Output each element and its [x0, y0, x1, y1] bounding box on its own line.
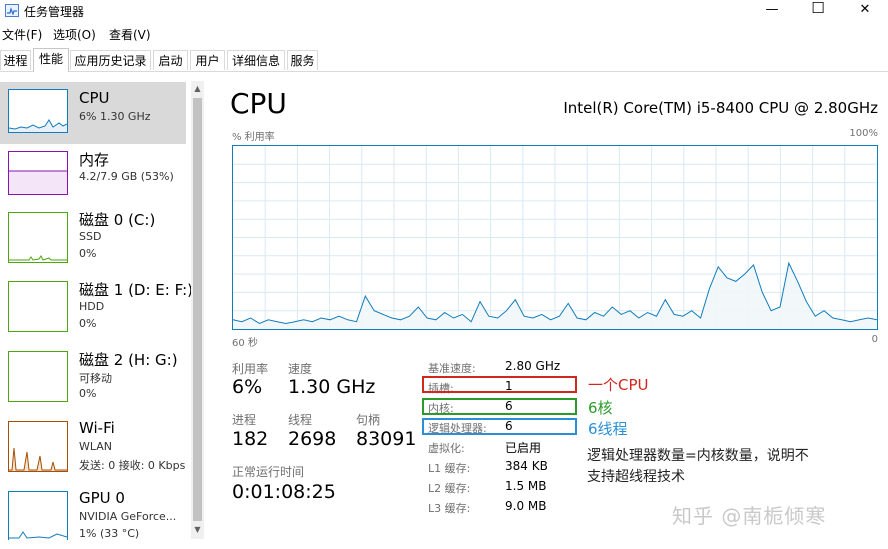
annotation-one-cpu: 一个CPU — [588, 376, 649, 394]
menu-options[interactable]: 选项(O) — [53, 26, 96, 43]
sidebar-item-disk-1[interactable]: 磁盘 1 (D: E: F:) HDD 0% — [0, 276, 193, 338]
tab-users[interactable]: 用户 — [190, 50, 225, 70]
l1-cache-value: 384 KB — [505, 459, 548, 473]
l3-cache-label: L3 缓存: — [428, 502, 471, 515]
sidebar-item-subtitle: SSD — [79, 230, 102, 243]
sidebar-item-subtitle: 6% 1.30 GHz — [79, 110, 151, 123]
sidebar-item-usage: 0% — [79, 247, 97, 260]
tab-processes[interactable]: 进程 — [0, 50, 31, 70]
scroll-up-arrow-icon[interactable]: ▲ — [191, 84, 204, 93]
disk-2-thumbnail-graph — [8, 351, 68, 402]
sidebar-item-subtitle: 4.2/7.9 GB (53%) — [79, 170, 174, 183]
l2-cache-label: L2 缓存: — [428, 482, 471, 495]
handles-value: 83091 — [356, 428, 417, 450]
logical-processors-highlight-box — [422, 418, 577, 435]
sidebar-item-wifi[interactable]: Wi-Fi WLAN 发送: 0 接收: 0 Kbps — [0, 416, 186, 478]
threads-value: 2698 — [288, 428, 337, 450]
annotation-six-threads: 6线程 — [588, 420, 628, 438]
sidebar-item-title: 磁盘 2 (H: G:) — [79, 351, 178, 369]
base-speed-value: 2.80 GHz — [505, 359, 561, 373]
threads-label: 线程 — [288, 413, 313, 427]
page-title: CPU — [230, 87, 287, 120]
sidebar-item-subtitle: WLAN — [79, 440, 113, 453]
watermark: 知乎 @南栀倾寒 — [672, 504, 827, 528]
sidebar-item-usage: 0% — [79, 317, 97, 330]
window-title: 任务管理器 — [24, 5, 85, 19]
sidebar-item-title: 磁盘 0 (C:) — [79, 211, 156, 229]
virtualization-value: 已启用 — [505, 441, 542, 455]
annotation-note-line-1: 逻辑处理器数量=内核数量，说明不 — [587, 448, 809, 464]
l2-cache-value: 1.5 MB — [505, 479, 547, 493]
annotation-note-line-2: 支持超线程技术 — [587, 469, 685, 485]
sidebar-item-gpu[interactable]: GPU 0 NVIDIA GeForce... 1% (33 °C) — [0, 486, 186, 540]
processes-label: 进程 — [232, 413, 257, 427]
gpu-thumbnail-graph — [8, 491, 68, 540]
utilization-value: 6% — [232, 376, 263, 398]
title-bar: 任务管理器 — ☐ ✕ — [0, 0, 888, 22]
annotation-six-cores: 6核 — [588, 399, 613, 417]
tab-startup[interactable]: 启动 — [153, 50, 188, 70]
tab-performance[interactable]: 性能 — [33, 48, 69, 72]
sidebar-item-disk-0[interactable]: 磁盘 0 (C:) SSD 0% — [0, 206, 186, 268]
uptime-value: 0:01:08:25 — [232, 481, 336, 503]
sidebar-item-memory[interactable]: 内存 4.2/7.9 GB (53%) — [0, 146, 186, 208]
close-button[interactable]: ✕ — [842, 0, 888, 22]
sidebar-item-usage: 1% (33 °C) — [79, 527, 140, 540]
disk-0-thumbnail-graph — [8, 212, 68, 263]
tab-services[interactable]: 服务 — [287, 50, 318, 70]
speed-label: 速度 — [288, 362, 313, 376]
cpu-usage-graph — [232, 145, 878, 330]
virtualization-label: 虚拟化: — [428, 442, 465, 455]
disk-1-thumbnail-graph — [8, 281, 68, 332]
graph-y-label: % 利用率 — [232, 132, 275, 143]
cpu-model-name: Intel(R) Core(TM) i5-8400 CPU @ 2.80GHz — [563, 99, 878, 117]
menu-view[interactable]: 查看(V) — [109, 26, 151, 43]
cpu-thumbnail-graph — [8, 89, 68, 133]
sidebar-item-usage: 0% — [79, 387, 97, 400]
sidebar-item-title: 磁盘 1 (D: E: F:) — [79, 281, 193, 299]
processes-value: 182 — [232, 428, 269, 450]
sidebar-item-subtitle: HDD — [79, 300, 105, 313]
wifi-thumbnail-graph — [8, 421, 68, 472]
l1-cache-label: L1 缓存: — [428, 462, 471, 475]
sidebar-item-subtitle: 可移动 — [79, 372, 112, 385]
sidebar-scrollbar[interactable]: ▲ ▼ — [191, 81, 204, 539]
sidebar-item-subtitle: NVIDIA GeForce... — [79, 510, 177, 523]
base-speed-label: 基准速度: — [428, 362, 476, 375]
sidebar-item-title: Wi-Fi — [79, 419, 115, 437]
memory-thumbnail-graph — [8, 151, 68, 195]
scrollbar-thumb[interactable] — [193, 98, 202, 521]
sidebar-item-cpu[interactable]: CPU 6% 1.30 GHz — [0, 82, 186, 144]
utilization-label: 利用率 — [232, 362, 269, 376]
menu-file[interactable]: 文件(F) — [2, 26, 42, 43]
sockets-highlight-box — [422, 376, 577, 393]
handles-label: 句柄 — [356, 413, 381, 427]
sidebar-item-title: CPU — [79, 89, 110, 107]
cpu-usage-chart — [232, 146, 878, 329]
sidebar-item-usage: 发送: 0 接收: 0 Kbps — [79, 459, 186, 472]
sidebar-item-title: 内存 — [79, 151, 110, 169]
tab-details[interactable]: 详细信息 — [227, 50, 285, 70]
task-manager-icon — [5, 4, 19, 17]
graph-x-right-label: 0 — [871, 334, 878, 345]
minimize-button[interactable]: — — [749, 0, 795, 22]
graph-x-left-label: 60 秒 — [232, 338, 258, 349]
sidebar-item-title: GPU 0 — [79, 489, 125, 507]
sidebar-item-disk-2[interactable]: 磁盘 2 (H: G:) 可移动 0% — [0, 346, 186, 408]
l3-cache-value: 9.0 MB — [505, 499, 547, 513]
tab-bar: 进程 性能 应用历史记录 启动 用户 详细信息 服务 — [0, 48, 888, 72]
graph-y-max-label: 100% — [849, 128, 878, 139]
uptime-label: 正常运行时间 — [232, 465, 305, 479]
maximize-button[interactable]: ☐ — [795, 0, 841, 20]
scroll-down-arrow-icon[interactable]: ▼ — [191, 525, 204, 534]
cores-highlight-box — [422, 398, 577, 415]
speed-value: 1.30 GHz — [288, 376, 376, 398]
tab-app-history[interactable]: 应用历史记录 — [70, 50, 151, 70]
